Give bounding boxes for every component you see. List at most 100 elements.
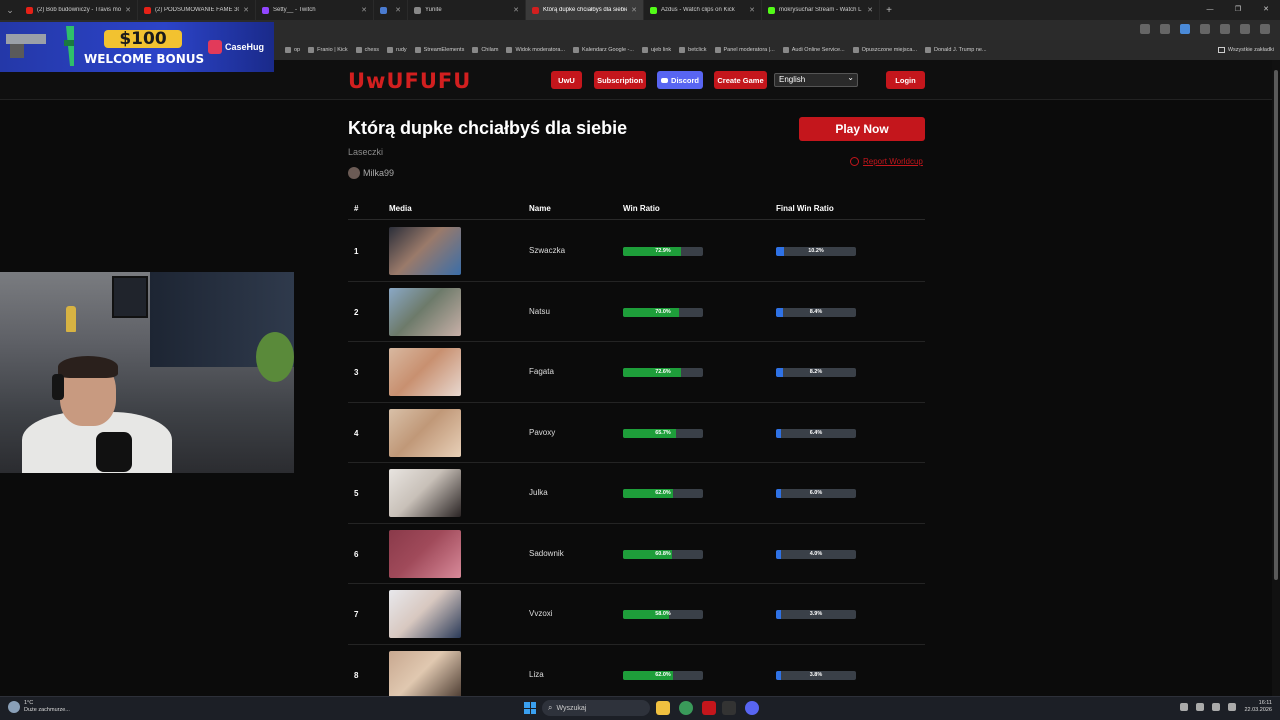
translate-icon[interactable] <box>1140 24 1150 34</box>
tab-close-icon[interactable]: ✕ <box>243 6 249 14</box>
volume-icon[interactable] <box>1212 703 1221 711</box>
bookmark-item[interactable]: Opuszczone miejsca... <box>852 47 917 53</box>
login-button[interactable]: Login <box>886 71 925 89</box>
tab-title: mokrysuchar Stream - Watch L <box>779 7 862 13</box>
row-thumbnail[interactable] <box>389 348 461 396</box>
browser-tab[interactable]: (2) Bob budowniczy - Travis mo ✕ <box>20 0 138 20</box>
bookmark-item[interactable]: Donald J. Trump ne... <box>924 47 987 53</box>
bookmark-item[interactable]: chess <box>355 47 379 53</box>
browser-tab[interactable]: (2) PODSUMOWANIE FAME 30 ✕ <box>138 0 256 20</box>
bookmark-item[interactable]: betclick <box>679 47 707 53</box>
tab-close-icon[interactable]: ✕ <box>125 6 131 14</box>
tab-close-icon[interactable]: ✕ <box>631 6 637 14</box>
tab-search-icon[interactable]: ⌄ <box>0 0 20 20</box>
file-explorer-icon[interactable] <box>656 701 670 715</box>
create-game-button[interactable]: Create Game <box>714 71 767 89</box>
tab-close-icon[interactable]: ✕ <box>513 6 519 14</box>
bookmark-item[interactable]: ujeb link <box>641 47 671 53</box>
bookmark-label: Audi Online Service... <box>791 47 845 53</box>
bar-label: 8.2% <box>809 369 823 375</box>
author[interactable]: Milka99 <box>348 167 394 179</box>
browser-tab[interactable]: Azdus - Watch clips on Kick ✕ <box>644 0 762 20</box>
close-window-icon[interactable]: ✕ <box>1252 0 1280 20</box>
page-scrollbar[interactable] <box>1272 60 1280 696</box>
star-icon[interactable] <box>1160 24 1170 34</box>
tab-close-icon[interactable]: ✕ <box>395 6 401 14</box>
bookmark-item[interactable]: Widok moderatora... <box>506 47 565 53</box>
table-row[interactable]: 1 Szwaczka 72.9% 10.2% <box>348 221 925 282</box>
start-tile <box>524 708 530 714</box>
row-rank: 8 <box>354 670 359 680</box>
profile-icon[interactable] <box>1240 24 1250 34</box>
tab-close-icon[interactable]: ✕ <box>361 6 367 14</box>
browser-tab[interactable]: ✕ <box>374 0 408 20</box>
table-row[interactable]: 6 Sadownik 60.8% 4.0% <box>348 524 925 584</box>
row-thumbnail[interactable] <box>389 590 461 638</box>
ad-banner[interactable]: $100 WELCOME BONUS CaseHug <box>0 22 274 72</box>
site-logo[interactable]: UwUFUFU <box>348 69 471 93</box>
col-final-win-ratio[interactable]: Final Win Ratio <box>776 204 834 213</box>
tab-favicon <box>414 6 421 14</box>
menu-icon[interactable] <box>1260 24 1270 34</box>
category-link[interactable]: Laseczki <box>348 147 383 157</box>
new-tab-button[interactable]: + <box>880 5 898 16</box>
browser-tab[interactable]: Którą dupke chciałbyś dla siebie ✕ <box>526 0 644 20</box>
bookmark-item[interactable]: StreamElements <box>414 47 464 53</box>
col-win-ratio[interactable]: Win Ratio <box>623 204 660 213</box>
app-icon[interactable] <box>702 701 716 715</box>
clock[interactable]: 16:11 22.03.2026 <box>1244 700 1272 714</box>
row-thumbnail[interactable] <box>389 408 461 457</box>
subscription-button[interactable]: Subscription <box>594 71 646 89</box>
row-thumbnail[interactable] <box>389 227 461 275</box>
table-row[interactable]: 5 Julka 62.0% 6.0% <box>348 463 925 524</box>
bookmark-item[interactable]: Franio | Kick <box>308 47 348 53</box>
table-row[interactable]: 2 Natsu 70.0% 8.4% <box>348 282 925 342</box>
report-link[interactable]: Report Worldcup <box>850 157 923 166</box>
network-icon[interactable] <box>1196 703 1205 711</box>
system-tray: 16:11 22.03.2026 <box>1180 700 1272 714</box>
bookmark-item[interactable]: Panel moderatora |... <box>714 47 775 53</box>
tab-close-icon[interactable]: ✕ <box>749 6 755 14</box>
chrome-icon[interactable] <box>679 701 693 715</box>
bookmark-item[interactable]: Kalendarz Google -... <box>572 47 634 53</box>
bookmark-item[interactable]: rudy <box>386 47 407 53</box>
browser-tab[interactable]: mokrysuchar Stream - Watch L ✕ <box>762 0 880 20</box>
weather-icon <box>8 701 20 713</box>
chevron-up-icon[interactable] <box>1180 703 1189 711</box>
battery-icon[interactable] <box>1228 703 1237 711</box>
puzzle-icon[interactable] <box>1200 24 1210 34</box>
maximize-icon[interactable]: ❐ <box>1224 0 1252 20</box>
taskbar-search[interactable]: ⌕ Wyszukaj <box>542 700 650 716</box>
start-button[interactable] <box>524 702 536 714</box>
row-thumbnail[interactable] <box>389 529 461 578</box>
discord-button[interactable]: Discord <box>657 71 703 89</box>
discord-taskbar-icon[interactable] <box>745 701 759 715</box>
tab-close-icon[interactable]: ✕ <box>867 6 873 14</box>
bookmark-item[interactable]: Audi Online Service... <box>782 47 845 53</box>
table-row[interactable]: 3 Fagata 72.6% 8.2% <box>348 342 925 403</box>
browser-tab-strip: ⌄ (2) Bob budowniczy - Travis mo ✕ (2) POD… <box>0 0 1280 20</box>
row-thumbnail[interactable] <box>389 287 461 336</box>
minimize-icon[interactable]: — <box>1196 0 1224 20</box>
row-thumbnail[interactable] <box>389 469 461 517</box>
app-icon[interactable] <box>722 701 736 715</box>
language-select[interactable]: English <box>774 72 858 87</box>
scrollbar-thumb[interactable] <box>1274 70 1278 580</box>
row-thumbnail[interactable] <box>389 650 461 699</box>
weather-temp: 1°C <box>24 700 34 706</box>
col-idx: # <box>354 204 359 213</box>
bookmark-item[interactable]: op <box>285 47 300 53</box>
weather-widget[interactable]: 1°C Duże zachmurze... <box>8 700 70 714</box>
play-now-button[interactable]: Play Now <box>799 117 925 141</box>
browser-tab[interactable]: Setty__ - Twitch ✕ <box>256 0 374 20</box>
uwu-button[interactable]: UwU <box>551 71 582 89</box>
table-row[interactable]: 4 Pavoxy 65.7% 6.4% <box>348 403 925 463</box>
browser-tab[interactable]: Yunite ✕ <box>408 0 526 20</box>
download-icon[interactable] <box>1220 24 1230 34</box>
table-row[interactable]: 7 Vvzoxi 58.0% 3.9% <box>348 584 925 645</box>
bookmark-item[interactable]: Chilam <box>472 47 498 53</box>
webcam-trophy <box>66 306 76 332</box>
col-name[interactable]: Name <box>529 204 551 213</box>
all-bookmarks[interactable]: Wszystkie zakładki <box>1217 40 1274 60</box>
extension-icon[interactable] <box>1180 24 1190 34</box>
